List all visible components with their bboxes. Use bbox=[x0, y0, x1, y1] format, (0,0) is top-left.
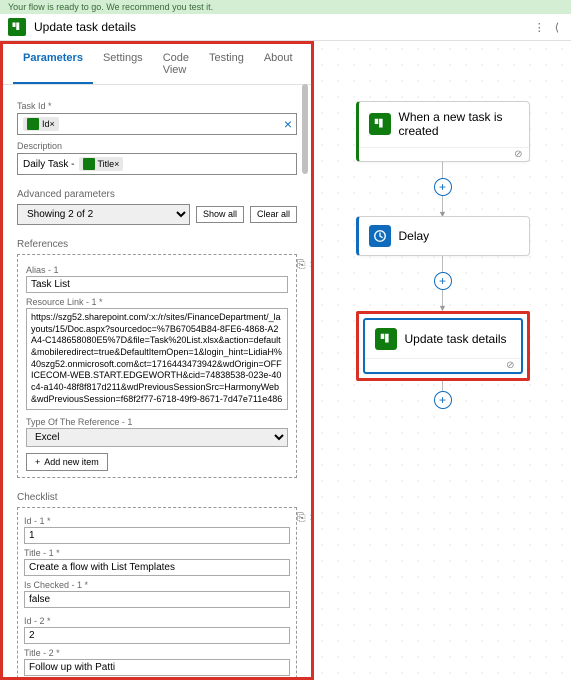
description-token[interactable]: Title × bbox=[79, 157, 124, 171]
planner-icon bbox=[369, 113, 391, 135]
link-icon: ⊘ bbox=[514, 149, 522, 160]
reference-item: ⎘ × Alias - 1 Resource Link - 1 * https:… bbox=[17, 254, 297, 478]
delete-checklist-icon[interactable]: × bbox=[310, 512, 311, 525]
flow-delay-card[interactable]: Delay bbox=[356, 216, 530, 256]
flow-connector: + ▼ bbox=[356, 162, 530, 217]
tab-codeview[interactable]: Code View bbox=[153, 44, 199, 84]
advanced-params-select[interactable]: Showing 2 of 2 bbox=[17, 204, 190, 225]
planner-token-icon bbox=[27, 118, 39, 130]
checklist-checked-input[interactable] bbox=[24, 591, 290, 608]
checklist-title-input[interactable] bbox=[24, 659, 290, 676]
checklist-title-label: Title - 2 * bbox=[24, 648, 290, 658]
show-all-button[interactable]: Show all bbox=[196, 206, 244, 224]
flow-connector: + ▼ bbox=[356, 256, 530, 311]
add-step-button[interactable]: + bbox=[434, 272, 452, 290]
tab-testing[interactable]: Testing bbox=[199, 44, 254, 84]
add-reference-button[interactable]: +Add new item bbox=[26, 453, 108, 471]
flow-card-title: When a new task is created bbox=[399, 110, 519, 139]
description-text: Daily Task - bbox=[23, 159, 75, 170]
flow-trigger-card[interactable]: When a new task is created ⊘ bbox=[356, 101, 530, 162]
alias-label: Alias - 1 bbox=[26, 265, 288, 275]
planner-token-icon bbox=[83, 158, 95, 170]
checklist-id-label: Id - 2 * bbox=[24, 616, 290, 626]
info-banner: Your flow is ready to go. We recommend y… bbox=[0, 0, 571, 14]
clear-taskid-icon[interactable]: × bbox=[284, 116, 292, 132]
resource-link-input[interactable]: https://szg52.sharepoint.com/:x:/r/sites… bbox=[26, 308, 288, 410]
checklist-id-input[interactable] bbox=[24, 527, 290, 544]
taskid-label: Task Id * bbox=[17, 101, 297, 111]
add-step-button[interactable]: + bbox=[434, 391, 452, 409]
selected-highlight: Update task details ⊘ bbox=[356, 311, 530, 381]
flow-card-title: Update task details bbox=[405, 332, 507, 346]
flow-card-title: Delay bbox=[399, 229, 430, 243]
checklist-title-label: Title - 1 * bbox=[24, 548, 290, 558]
tab-parameters[interactable]: Parameters bbox=[13, 44, 93, 84]
planner-icon bbox=[8, 18, 26, 36]
alias-input[interactable] bbox=[26, 276, 288, 293]
checklist-id-label: Id - 1 * bbox=[24, 516, 290, 526]
clear-all-button[interactable]: Clear all bbox=[250, 206, 297, 224]
scrollbar[interactable] bbox=[301, 84, 309, 664]
collapse-icon[interactable]: ⟨ bbox=[551, 21, 563, 34]
panel-tabs: Parameters Settings Code View Testing Ab… bbox=[3, 44, 311, 85]
tab-settings[interactable]: Settings bbox=[93, 44, 153, 84]
checklist-item: Id - 2 * Title - 2 * Is Checked - 2 * bbox=[24, 616, 290, 680]
resource-link-label: Resource Link - 1 * bbox=[26, 297, 288, 307]
taskid-input[interactable]: Id × × bbox=[17, 113, 297, 135]
reference-type-select[interactable]: Excel bbox=[26, 428, 288, 447]
description-label: Description bbox=[17, 141, 297, 151]
delete-reference-icon[interactable]: × bbox=[310, 259, 311, 272]
link-icon: ⊘ bbox=[506, 360, 514, 371]
parameters-panel: Parameters Settings Code View Testing Ab… bbox=[0, 41, 314, 680]
action-header: Update task details ⋮ ⟨ bbox=[0, 14, 571, 41]
checklist-title: Checklist bbox=[17, 492, 297, 503]
checklist-container: ⎘ × Id - 1 * Title - 1 * Is Checked - 1 … bbox=[17, 507, 297, 680]
checklist-title-input[interactable] bbox=[24, 559, 290, 576]
checklist-checked-label: Is Checked - 1 * bbox=[24, 580, 290, 590]
more-icon[interactable]: ⋮ bbox=[528, 21, 551, 34]
flow-canvas[interactable]: When a new task is created ⊘ + ▼ Delay bbox=[314, 41, 571, 680]
arrow-down-icon: ▼ bbox=[438, 306, 447, 311]
description-input[interactable]: Daily Task - Title × bbox=[17, 153, 297, 175]
add-step-button[interactable]: + bbox=[434, 178, 452, 196]
planner-icon bbox=[375, 328, 397, 350]
tab-about[interactable]: About bbox=[254, 44, 303, 84]
advanced-params-title: Advanced parameters bbox=[17, 189, 297, 200]
checklist-id-input[interactable] bbox=[24, 627, 290, 644]
taskid-token[interactable]: Id × bbox=[23, 117, 59, 131]
checklist-item: Id - 1 * Title - 1 * Is Checked - 1 * bbox=[24, 516, 290, 608]
clock-icon bbox=[369, 225, 391, 247]
plus-icon: + bbox=[35, 457, 40, 467]
flow-update-card[interactable]: Update task details ⊘ bbox=[363, 318, 523, 374]
reference-type-label: Type Of The Reference - 1 bbox=[26, 417, 288, 427]
header-title: Update task details bbox=[34, 20, 528, 34]
flow-connector: + bbox=[356, 381, 530, 409]
references-title: References bbox=[17, 239, 297, 250]
